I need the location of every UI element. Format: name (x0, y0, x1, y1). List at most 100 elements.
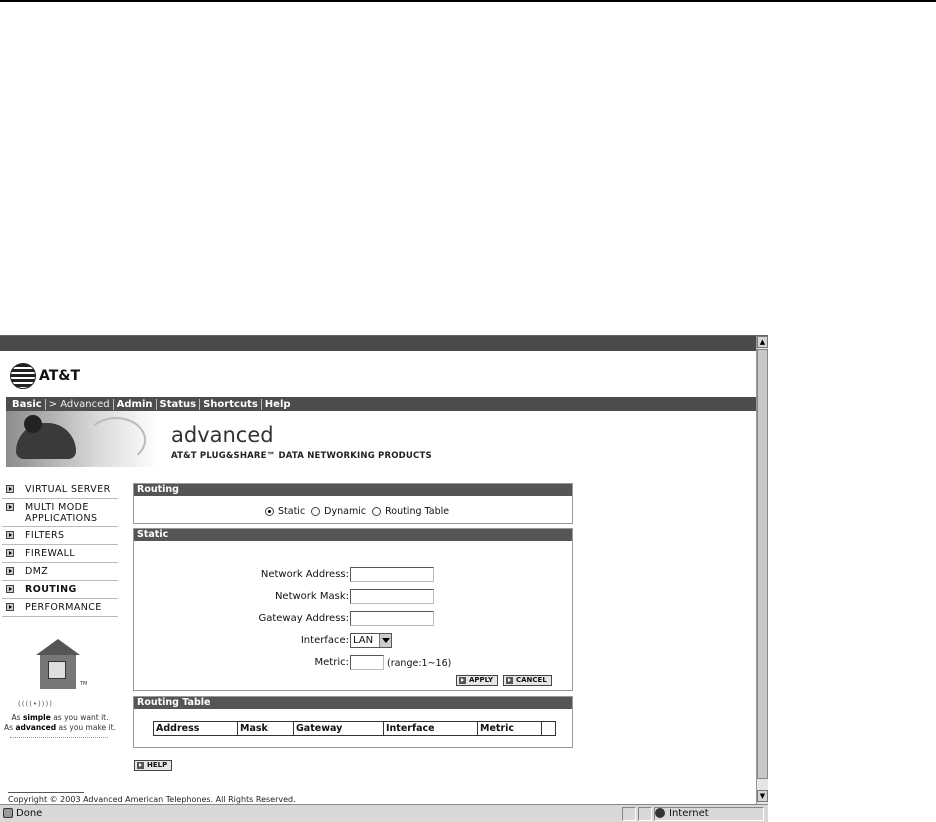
sidebar-item-label: FIREWALL (25, 548, 76, 559)
network-mask-input[interactable] (350, 589, 434, 604)
gateway-address-input[interactable] (350, 611, 434, 626)
interface-row: Interface: LAN (134, 633, 574, 649)
arrow-icon (506, 677, 513, 684)
col-metric: Metric (477, 721, 542, 736)
trademark: TM (80, 681, 88, 687)
gateway-address-row: Gateway Address: (134, 611, 574, 627)
radio-dynamic-label[interactable]: Dynamic (324, 506, 366, 517)
sidebar-item-label: VIRTUAL SERVER (25, 484, 111, 495)
interface-select-value: LAN (353, 635, 374, 646)
metric-row: Metric: (range:1~16) (134, 655, 574, 671)
radio-static-label[interactable]: Static (278, 506, 305, 517)
top-nav: Basic > Advanced Admin Status Shortcuts … (6, 397, 756, 411)
sidebar-item-label: PERFORMANCE (25, 602, 102, 613)
att-logo[interactable]: AT&T (10, 363, 80, 389)
arrow-icon (6, 503, 14, 511)
col-extra (541, 721, 556, 736)
scroll-up-icon[interactable]: ▲ (757, 336, 768, 348)
sidebar-item-firewall[interactable]: FIREWALL (2, 545, 118, 563)
chevron-down-icon[interactable] (379, 634, 391, 647)
banner-photo (6, 411, 158, 467)
gateway-address-label: Gateway Address: (258, 613, 349, 624)
nav-admin[interactable]: Admin (114, 398, 157, 410)
sidebar-item-performance[interactable]: PERFORMANCE (2, 599, 118, 617)
tagline: As simple as you want it. As advanced as… (4, 713, 116, 732)
cancel-button[interactable]: CANCEL (503, 675, 552, 686)
sidebar-item-label: MULTI MODE APPLICATIONS (25, 502, 98, 524)
nav-status[interactable]: Status (157, 398, 201, 410)
nav-advanced[interactable]: > Advanced (46, 398, 114, 410)
nav-basic[interactable]: Basic (9, 398, 46, 410)
sidebar-item-filters[interactable]: FILTERS (2, 527, 118, 545)
arrow-icon (137, 762, 144, 769)
table-header-row: Address Mask Gateway Interface Metric (153, 721, 556, 736)
routing-heading: Routing (134, 484, 572, 496)
network-address-input[interactable] (350, 567, 434, 582)
apply-button[interactable]: APPLY (456, 675, 499, 686)
network-address-row: Network Address: (134, 567, 574, 583)
metric-input[interactable] (350, 655, 384, 670)
arrow-icon (6, 549, 14, 557)
person-head (24, 415, 42, 433)
nav-shortcuts[interactable]: Shortcuts (200, 398, 262, 410)
sidebar-item-label: DMZ (25, 566, 49, 577)
routing-mode-group: Static Dynamic Routing Table (259, 506, 449, 517)
copyright-rule (8, 792, 84, 793)
vertical-scrollbar[interactable]: ▲ ▼ (756, 336, 768, 804)
sidebar-item-multi-mode-applications[interactable]: MULTI MODE APPLICATIONS (2, 499, 118, 527)
routing-panel: Routing Static Dynamic Routing Table (133, 483, 573, 524)
banner: advanced AT&T PLUG&SHARE™ DATA NETWORKIN… (6, 411, 756, 467)
arrow-icon (6, 603, 14, 611)
routing-table-panel: Routing Table Address Mask Gateway Inter… (133, 696, 573, 748)
sidebar-item-label: ROUTING (25, 584, 77, 595)
interface-label: Interface: (300, 635, 349, 646)
att-globe-icon (10, 363, 36, 389)
page-icon (3, 808, 13, 818)
scroll-down-icon[interactable]: ▼ (757, 790, 768, 802)
arrow-icon (459, 677, 466, 684)
arrow-icon (6, 585, 14, 593)
status-bar: Done Internet (0, 804, 768, 822)
sidebar-item-dmz[interactable]: DMZ (2, 563, 118, 581)
signal-arc (86, 417, 146, 463)
static-panel: Static Network Address: Network Mask: Ga… (133, 528, 573, 691)
interface-select[interactable]: LAN (350, 633, 392, 648)
status-cell (638, 807, 652, 821)
metric-range-hint: (range:1~16) (387, 658, 452, 669)
security-zone: Internet (655, 808, 709, 819)
logo-text: AT&T (39, 368, 81, 384)
browser-window: AT&T Basic > Advanced Admin Status Short… (0, 335, 768, 822)
scroll-thumb[interactable] (757, 349, 768, 779)
nav-help[interactable]: Help (262, 399, 294, 410)
sidebar-item-label: FILTERS (25, 530, 65, 541)
network-mask-label: Network Mask: (274, 591, 349, 602)
sidebar-item-virtual-server[interactable]: VIRTUAL SERVER (2, 481, 118, 499)
browser-title-bar (0, 336, 768, 351)
arrow-icon (6, 531, 14, 539)
radio-routing-table-label[interactable]: Routing Table (385, 506, 449, 517)
help-button[interactable]: HELP (134, 760, 173, 771)
radio-routing-table[interactable] (372, 507, 382, 516)
status-left: Done (3, 808, 42, 819)
col-interface: Interface (383, 721, 478, 736)
status-text: Done (16, 808, 43, 819)
routing-table-heading: Routing Table (134, 697, 572, 709)
network-mask-row: Network Mask: (134, 589, 574, 605)
status-cell (622, 807, 636, 821)
radio-static[interactable] (265, 507, 274, 516)
sidebar-item-routing[interactable]: ROUTING (2, 581, 118, 599)
house-icon: TM (36, 639, 87, 691)
page-title: advanced (171, 423, 274, 447)
radio-dynamic[interactable] (311, 507, 321, 516)
arrow-icon (6, 485, 14, 493)
page-subtitle: AT&T PLUG&SHARE™ DATA NETWORKING PRODUCT… (171, 451, 432, 461)
col-address: Address (153, 721, 238, 736)
divider (10, 737, 108, 738)
globe-icon (655, 808, 665, 818)
network-address-label: Network Address: (260, 569, 349, 580)
col-gateway: Gateway (293, 721, 384, 736)
page-viewport: AT&T Basic > Advanced Admin Status Short… (0, 351, 756, 817)
col-mask: Mask (237, 721, 294, 736)
metric-label: Metric: (314, 657, 349, 668)
arrow-icon (6, 567, 14, 575)
